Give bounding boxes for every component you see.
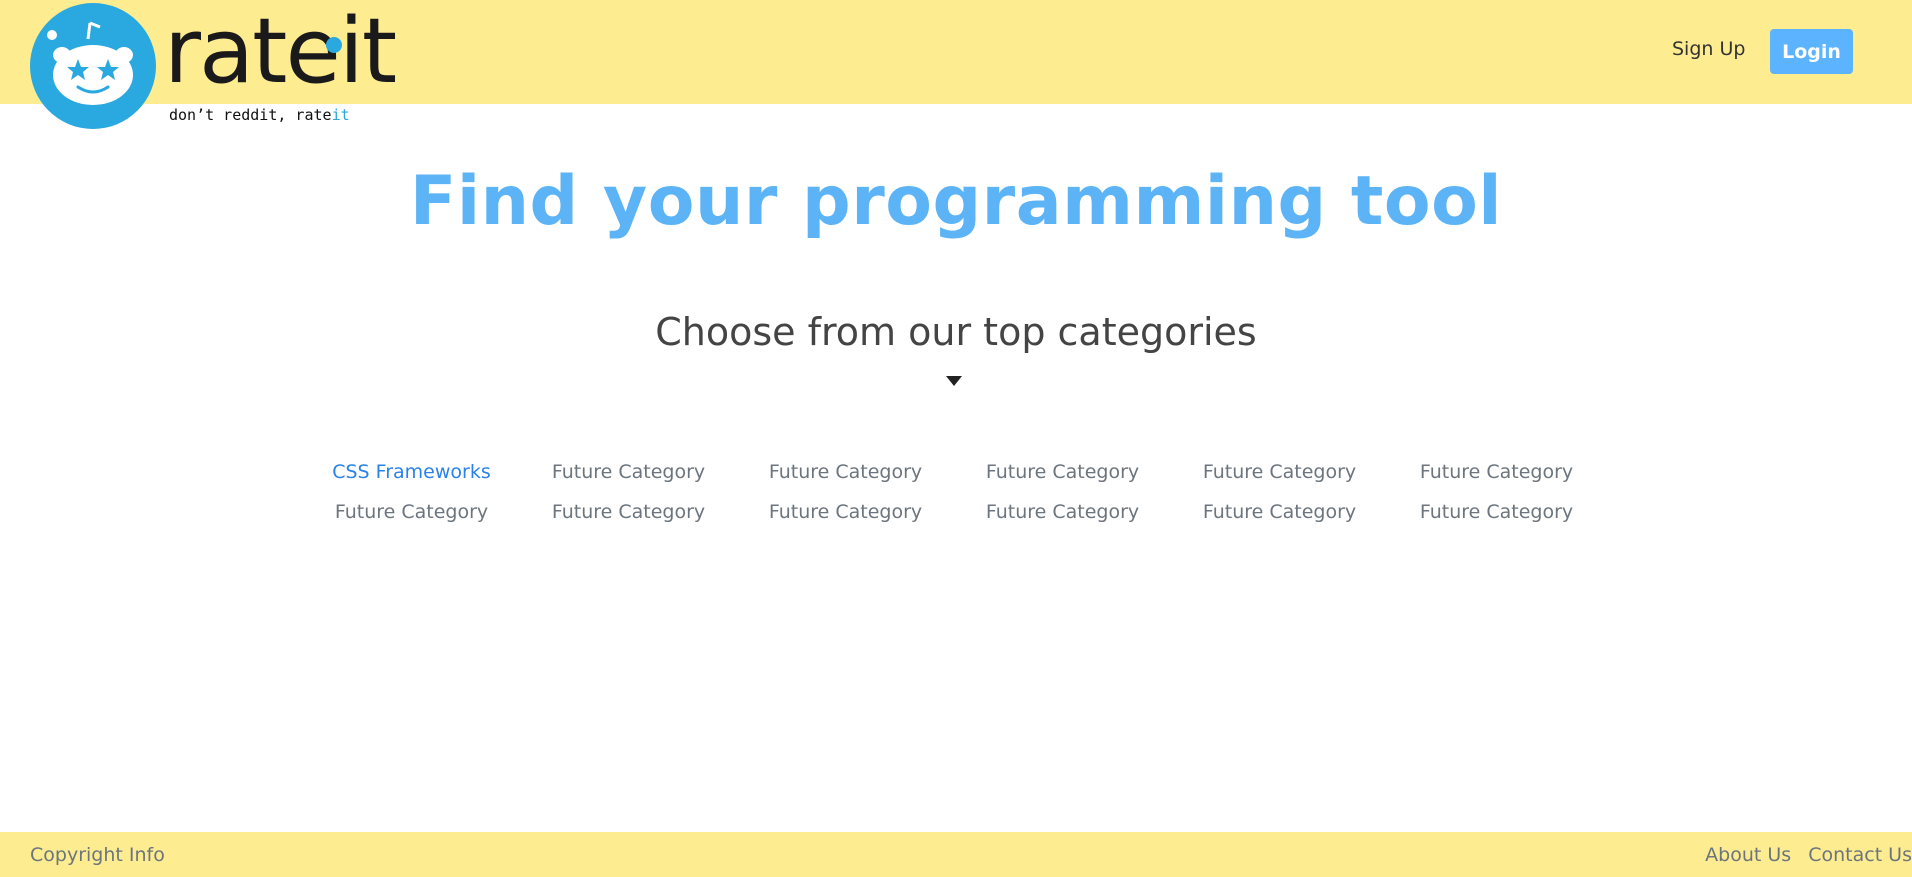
alien-face-star-eyes-icon (30, 3, 156, 129)
category-link[interactable]: Future Category (737, 498, 954, 538)
login-button[interactable]: Login (1770, 29, 1853, 74)
category-link[interactable]: Future Category (1171, 498, 1388, 538)
category-grid: CSS Frameworks Future Category Future Ca… (303, 458, 1609, 538)
tagline-prefix: don’t reddit, rate (169, 106, 332, 124)
category-link[interactable]: Future Category (303, 498, 520, 538)
category-link[interactable]: Future Category (954, 498, 1171, 538)
contact-us-link[interactable]: Contact Us (1808, 844, 1912, 866)
footer-links: About Us Contact Us (1694, 844, 1912, 866)
tagline-suffix: it (331, 106, 350, 124)
category-link[interactable]: CSS Frameworks (303, 458, 520, 498)
category-link[interactable]: Future Category (1388, 498, 1605, 538)
category-link[interactable]: Future Category (1171, 458, 1388, 498)
caret-down-icon (946, 376, 962, 386)
brand-tagline: don’t reddit, rateit (169, 106, 350, 124)
category-link[interactable]: Future Category (520, 498, 737, 538)
footer-bar: Copyright Info About Us Contact Us (0, 832, 1912, 877)
copyright-text: Copyright Info (30, 844, 165, 866)
wordmark-dot (326, 37, 342, 53)
category-link[interactable]: Future Category (520, 458, 737, 498)
signup-link[interactable]: Sign Up (1672, 38, 1745, 60)
category-link[interactable]: Future Category (1388, 458, 1605, 498)
site-logo[interactable]: rateit don’t reddit, rateit (30, 0, 397, 129)
page-title: Find your programming tool (409, 162, 1503, 241)
header-bar: rateit don’t reddit, rateit Sign Up Logi… (0, 0, 1912, 129)
brand-wordmark: rateit (164, 0, 397, 104)
categories-heading: Choose from our top categories (655, 310, 1257, 354)
about-us-link[interactable]: About Us (1705, 844, 1791, 866)
category-link[interactable]: Future Category (954, 458, 1171, 498)
category-link[interactable]: Future Category (737, 458, 954, 498)
